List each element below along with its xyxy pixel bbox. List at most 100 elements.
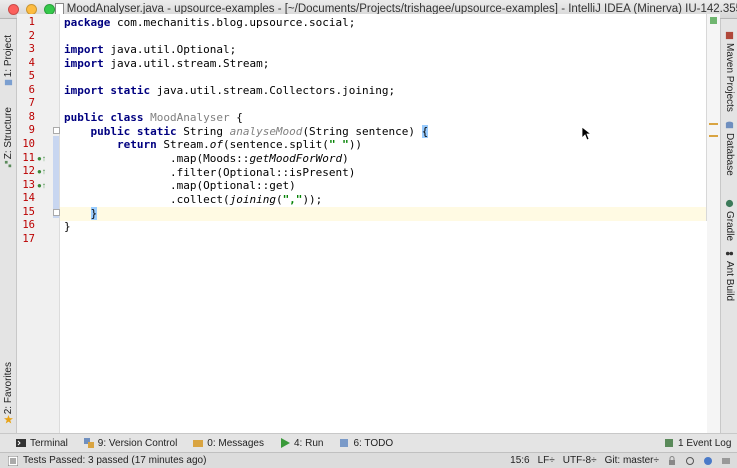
code-line-16: } xyxy=(64,220,71,233)
line-number: 12 xyxy=(22,165,35,178)
tab-messages[interactable]: 0: Messages xyxy=(185,438,264,449)
code-line-9: public static String analyseMood(String … xyxy=(90,125,429,138)
line-separator[interactable]: LF÷ xyxy=(538,455,555,466)
code-line-3: import java.util.Optional; xyxy=(64,43,237,56)
gutter-line[interactable]: 11 ●↑ xyxy=(17,152,60,166)
line-number: 6 xyxy=(28,83,35,96)
gutter-line[interactable]: 2 xyxy=(17,30,60,44)
close-icon[interactable] xyxy=(8,3,19,15)
tab-event-log[interactable]: 1 Event Log xyxy=(656,438,731,449)
no-errors-icon[interactable] xyxy=(710,17,717,24)
folder-icon xyxy=(4,79,13,85)
gutter-line[interactable]: 17 xyxy=(17,233,60,247)
gradle-icon xyxy=(725,199,734,208)
tab-favorites[interactable]: 2: Favorites xyxy=(0,359,17,429)
gutter-line[interactable]: 5 xyxy=(17,70,60,84)
status-message-text: Tests Passed: 3 passed (17 minutes ago) xyxy=(23,455,207,466)
tab-todo[interactable]: 6: TODO xyxy=(331,438,393,449)
maven-icon xyxy=(725,31,734,40)
gutter-line[interactable]: 10 xyxy=(17,138,60,152)
tab-terminal-label: Terminal xyxy=(30,437,68,449)
code-line-1: package com.mechanitis.blog.upsource.soc… xyxy=(64,16,356,29)
tab-structure[interactable]: Z: Structure xyxy=(0,99,17,179)
messages-icon xyxy=(193,440,204,447)
tab-version-control[interactable]: 9: Version Control xyxy=(76,437,178,449)
hector-icon[interactable] xyxy=(685,456,695,466)
gutter-line[interactable]: 12 ●↑ xyxy=(17,165,60,179)
tab-project[interactable]: 1: Project xyxy=(0,27,17,97)
gutter-line[interactable]: 9 xyxy=(17,124,60,138)
left-tool-strip: 1: Project Z: Structure 2: Favorites xyxy=(0,19,17,433)
status-bar: Tests Passed: 3 passed (17 minutes ago) … xyxy=(0,452,737,468)
gutter-line[interactable]: 3 xyxy=(17,43,60,57)
bottom-tool-bar: Terminal 9: Version Control 0: Messages … xyxy=(0,433,737,452)
zoom-icon[interactable] xyxy=(44,3,55,15)
line-number: 5 xyxy=(28,70,35,83)
line-number: 14 xyxy=(22,192,35,205)
tab-structure-label: Z: Structure xyxy=(3,107,14,160)
stripe-marker[interactable] xyxy=(709,135,718,137)
run-icon xyxy=(281,438,290,448)
caret-position[interactable]: 15:6 xyxy=(510,455,529,466)
gutter-line[interactable]: 6 xyxy=(17,84,60,98)
notifications-icon[interactable] xyxy=(703,456,713,466)
git-branch[interactable]: Git: master÷ xyxy=(605,455,659,466)
tab-database[interactable]: Database xyxy=(721,121,737,176)
fold-icon[interactable] xyxy=(53,208,60,216)
line-number: 3 xyxy=(28,43,35,56)
tab-maven-projects[interactable]: Maven Projects xyxy=(721,31,737,112)
line-number: 13 xyxy=(22,178,35,191)
fold-icon[interactable] xyxy=(53,127,60,135)
tab-version-control-label: 9: Version Control xyxy=(97,437,178,449)
tab-maven-label: Maven Projects xyxy=(724,43,735,112)
line-number: 8 xyxy=(28,110,35,123)
line-number: 9 xyxy=(28,124,35,137)
file-encoding[interactable]: UTF-8÷ xyxy=(563,455,597,466)
gutter-line[interactable]: 7 xyxy=(17,97,60,111)
line-number: 2 xyxy=(28,29,35,42)
code-line-13: .map(Optional::get) xyxy=(64,179,296,192)
tab-database-label: Database xyxy=(724,133,735,176)
gutter-line[interactable]: 8 xyxy=(17,111,60,125)
event-log-icon xyxy=(665,439,673,447)
gutter-line[interactable]: 4 xyxy=(17,57,60,71)
gutter-line[interactable]: 1 xyxy=(17,16,60,30)
code-line-4: import java.util.stream.Stream; xyxy=(64,57,270,70)
tab-gradle-label: Gradle xyxy=(724,211,735,242)
tab-run[interactable]: 4: Run xyxy=(272,438,323,449)
tab-gradle[interactable]: Gradle xyxy=(721,199,737,241)
override-icon[interactable]: ●↑ xyxy=(37,167,46,177)
error-stripe[interactable] xyxy=(707,14,720,433)
line-number: 16 xyxy=(22,219,35,232)
override-icon[interactable]: ●↑ xyxy=(37,181,46,191)
code-line-15: } xyxy=(90,207,98,220)
minimize-icon[interactable] xyxy=(26,3,37,15)
code-line-8: public class MoodAnalyser { xyxy=(64,111,243,124)
tab-ant-build[interactable]: Ant Build xyxy=(721,249,737,301)
line-number: 4 xyxy=(28,56,35,69)
right-tool-strip: Maven Projects Database Gradle Ant Build xyxy=(720,19,737,433)
ant-icon xyxy=(725,251,734,256)
code-line-12: .filter(Optional::isPresent) xyxy=(64,166,356,179)
code-area[interactable]: package com.mechanitis.blog.upsource.soc… xyxy=(60,14,707,433)
gutter-line[interactable]: 16 xyxy=(17,219,60,233)
override-icon[interactable]: ●↑ xyxy=(37,154,46,164)
gutter-line[interactable]: 13 ●↑ xyxy=(17,179,60,193)
tool-windows-icon xyxy=(8,455,18,466)
tab-event-log-label: 1 Event Log xyxy=(678,437,732,449)
lock-icon[interactable] xyxy=(667,455,677,466)
window-controls xyxy=(0,3,55,15)
gutter-line[interactable]: 14 xyxy=(17,192,60,206)
tab-terminal[interactable]: Terminal xyxy=(8,438,68,449)
line-number: 7 xyxy=(28,97,35,110)
status-message[interactable]: Tests Passed: 3 passed (17 minutes ago) xyxy=(8,455,206,466)
mouse-cursor-icon xyxy=(582,127,592,141)
line-number: 1 xyxy=(28,16,35,28)
line-number: 10 xyxy=(22,137,35,150)
stripe-marker[interactable] xyxy=(709,123,718,125)
line-number: 15 xyxy=(22,205,35,218)
gutter-line[interactable]: 15 xyxy=(17,206,60,220)
memory-indicator-icon[interactable] xyxy=(721,456,731,466)
code-line-6: import static java.util.stream.Collector… xyxy=(64,84,396,97)
tab-todo-label: 6: TODO xyxy=(353,437,394,449)
